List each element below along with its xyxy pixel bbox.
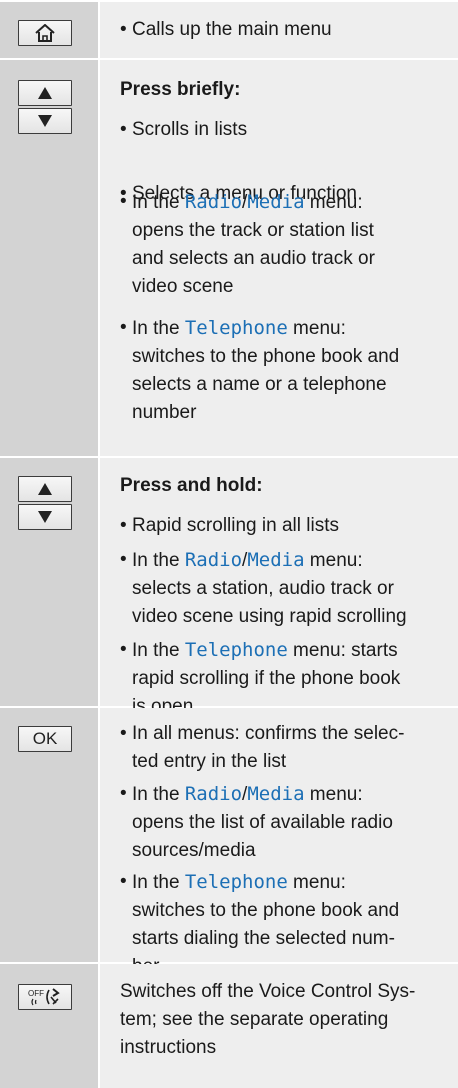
row-ok: OK In all menus: confirms the selec- ted…	[0, 708, 458, 977]
text-suffix: menu:	[287, 872, 346, 893]
text-suffix: menu:	[304, 550, 363, 571]
text-cell: Calls up the main menu	[100, 2, 458, 58]
off-label: OFF	[28, 989, 44, 998]
text-cell: Press briefly: Scrolls in lists Selects …	[100, 60, 458, 456]
list-item-line: In the Telephone menu:	[120, 868, 446, 897]
home-key[interactable]	[18, 20, 72, 46]
list-item-line: video scene	[132, 276, 234, 297]
list-item: Rapid scrolling in all lists	[120, 512, 458, 540]
key-cell	[0, 2, 98, 58]
section-heading: Press and hold:	[120, 475, 263, 496]
menu-name-radio: Radio	[184, 191, 243, 213]
list-item-line: In all menus: confirms the selec-	[120, 720, 446, 748]
menu-name-media: Media	[247, 549, 305, 571]
description-line: instructions	[120, 1037, 217, 1058]
voice-off-key[interactable]: OFF	[18, 984, 72, 1010]
list-item-line: switches to the phone book and	[132, 346, 400, 367]
arrow-up-icon	[38, 87, 52, 99]
menu-name-telephone: Telephone	[184, 871, 288, 893]
home-icon	[35, 24, 55, 42]
row-press-briefly: Press briefly: Scrolls in lists Selects …	[0, 60, 458, 458]
list-item-line: opens the track or station list	[132, 220, 374, 241]
row-home: Calls up the main menu	[0, 2, 458, 60]
list-item-line: selects a name or a telephone	[132, 374, 387, 395]
up-key[interactable]	[18, 476, 72, 502]
list-item: In the Radio/Media menu: selects a stati…	[120, 546, 446, 631]
list-item-line: ted entry in the list	[132, 751, 287, 772]
description-line: tem; see the separate operating	[120, 1009, 389, 1030]
section-heading: Press briefly:	[120, 79, 241, 100]
list-item-line: rapid scrolling if the phone book	[132, 668, 401, 689]
arrow-up-icon	[38, 483, 52, 495]
text-suffix: menu:	[287, 318, 346, 339]
arrow-down-icon	[38, 115, 52, 127]
list-item-line: selects a station, audio track or	[132, 578, 394, 599]
text-prefix: In the	[132, 872, 185, 893]
text-prefix: In the	[132, 550, 185, 571]
text-suffix: menu:	[304, 784, 363, 805]
list-item-line: sources/media	[132, 840, 256, 861]
list-item-line: and selects an audio track or	[132, 248, 375, 269]
list-item: Scrolls in lists	[120, 116, 458, 144]
text-cell: In all menus: confirms the selec- ted en…	[100, 708, 458, 977]
key-cell: OFF	[0, 964, 98, 1088]
text-cell: Press and hold: Rapid scrolling in all l…	[100, 458, 458, 717]
menu-name-media: Media	[247, 783, 305, 805]
list-item: In the Telephone menu: switches to the p…	[120, 314, 446, 427]
voice-control-off-icon: OFF	[28, 988, 60, 1006]
text-prefix: In the	[132, 192, 185, 213]
function-table: Calls up the main menu Press briefly: Sc…	[0, 0, 458, 1088]
description-line: Switches off the Voice Control Sys-	[120, 981, 416, 1002]
list-item-line: starts dialing the selected num-	[132, 928, 395, 949]
menu-name-media: Media	[247, 191, 305, 213]
ok-key[interactable]: OK	[18, 726, 72, 752]
list-item-line: In the Telephone menu:	[120, 314, 446, 343]
list-item-line: In the Radio/Media menu:	[120, 780, 446, 809]
row-press-and-hold: Press and hold: Rapid scrolling in all l…	[0, 458, 458, 717]
list-item: In the Radio/Media menu: opens the list …	[120, 780, 446, 865]
up-key[interactable]	[18, 80, 72, 106]
text-prefix: In the	[132, 318, 185, 339]
menu-name-radio: Radio	[184, 549, 243, 571]
row-voice-off: OFF Switches off the Voice Control Sys- …	[0, 964, 458, 1088]
list-item-line: video scene using rapid scrolling	[132, 606, 407, 627]
list-item-line: In the Telephone menu: starts	[120, 636, 446, 665]
key-cell	[0, 458, 98, 706]
menu-name-telephone: Telephone	[184, 317, 288, 339]
description: Switches off the Voice Control Sys- tem;…	[120, 978, 446, 1062]
key-cell	[0, 60, 98, 456]
text-suffix: menu:	[304, 192, 363, 213]
text-suffix: menu: starts	[287, 640, 398, 661]
down-key[interactable]	[18, 504, 72, 530]
list-item-line: switches to the phone book and	[132, 900, 400, 921]
list-item-line: number	[132, 402, 197, 423]
menu-name-telephone: Telephone	[184, 639, 288, 661]
list-item: Calls up the main menu	[120, 16, 458, 44]
text-prefix: In the	[132, 784, 185, 805]
arrow-down-icon	[38, 511, 52, 523]
list-item: In the Radio/Media menu: opens the track…	[120, 188, 446, 301]
list-item-line: In the Radio/Media menu:	[120, 546, 446, 575]
list-item: In all menus: confirms the selec- ted en…	[120, 720, 446, 776]
text-prefix: In the	[132, 640, 185, 661]
key-cell: OK	[0, 708, 98, 962]
text-cell: Switches off the Voice Control Sys- tem;…	[100, 964, 458, 1088]
down-key[interactable]	[18, 108, 72, 134]
list-item-line: In the Radio/Media menu:	[120, 188, 446, 217]
list-item-line: opens the list of available radio	[132, 812, 393, 833]
menu-name-radio: Radio	[184, 783, 243, 805]
